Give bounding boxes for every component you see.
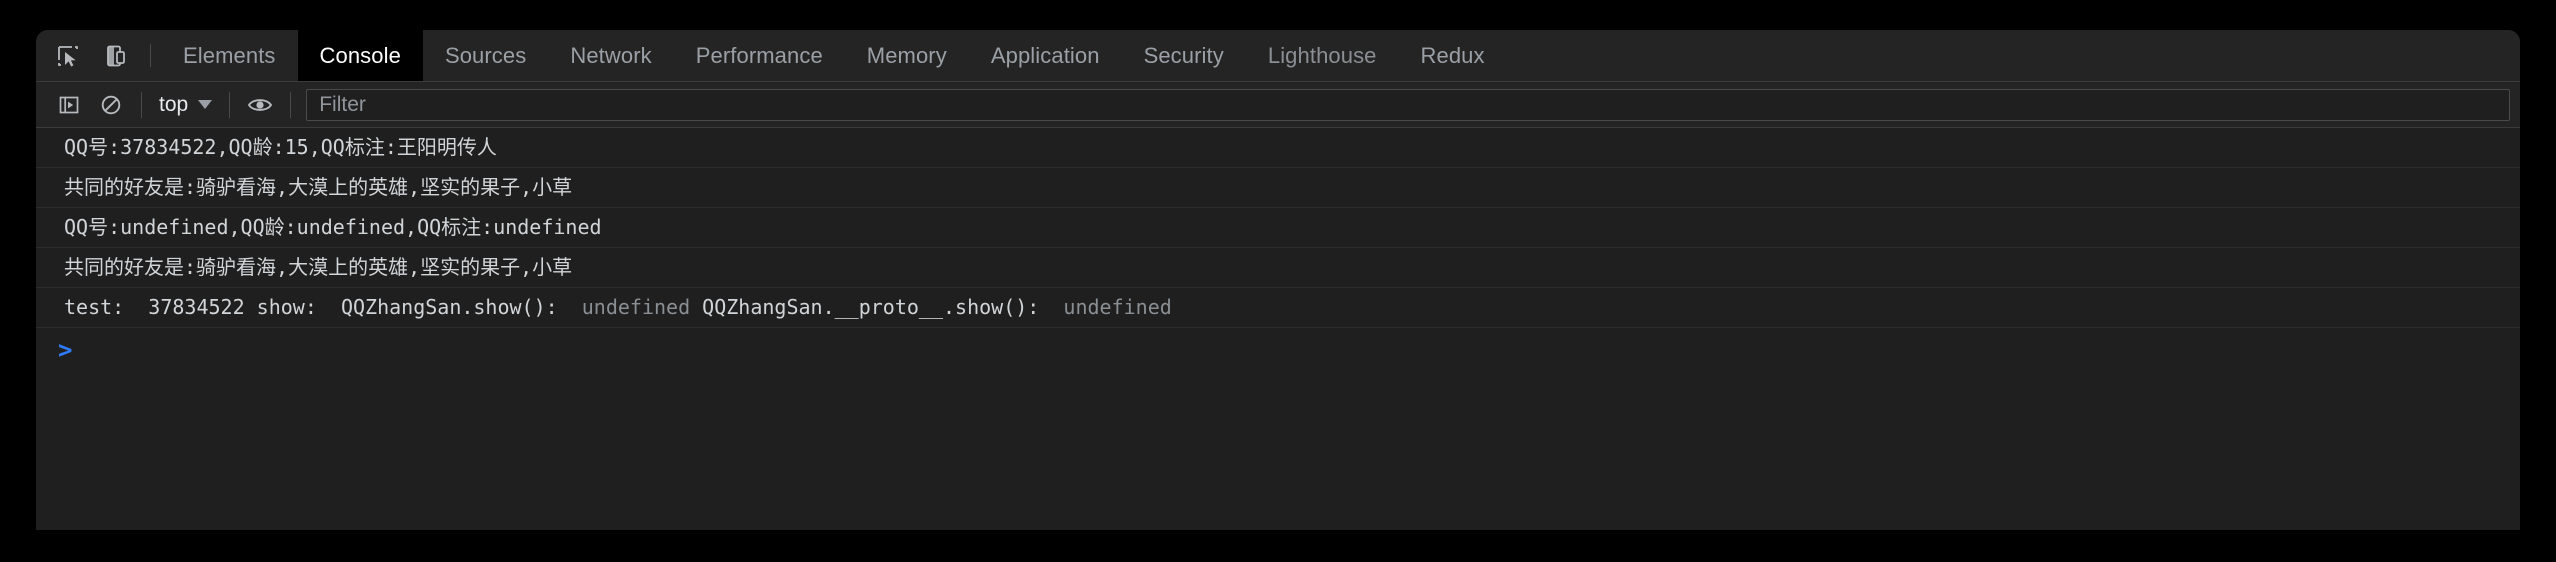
- tab-sources[interactable]: Sources: [423, 30, 548, 81]
- toolbar-divider-3: [290, 91, 292, 118]
- device-toolbar-icon[interactable]: [92, 30, 140, 81]
- console-message-text: 共同的好友是:骑驴看海,大漠上的英雄,坚实的果子,小草: [64, 175, 573, 199]
- eye-icon[interactable]: [239, 88, 281, 122]
- tab-redux[interactable]: Redux: [1399, 30, 1507, 81]
- console-toolbar: top Filter: [36, 82, 2520, 128]
- devtools-tab-strip: Elements Console Sources Network Perform…: [36, 30, 2520, 82]
- console-message-text: test: 37834522 show: QQZhangSan.show(): …: [64, 295, 1172, 320]
- console-message[interactable]: test: 37834522 show: QQZhangSan.show(): …: [36, 288, 2520, 328]
- tab-elements[interactable]: Elements: [161, 30, 298, 81]
- tab-network[interactable]: Network: [548, 30, 673, 81]
- tab-lighthouse[interactable]: Lighthouse: [1246, 30, 1399, 81]
- console-message[interactable]: 共同的好友是:骑驴看海,大漠上的英雄,坚实的果子,小草: [36, 168, 2520, 208]
- devtools-window: Elements Console Sources Network Perform…: [36, 30, 2520, 530]
- console-segment-undefined: undefined: [1063, 295, 1172, 319]
- console-filter-input[interactable]: Filter: [306, 88, 2510, 121]
- clear-console-icon[interactable]: [90, 88, 132, 122]
- tabbar-divider: [150, 44, 151, 67]
- console-message[interactable]: QQ号:37834522,QQ龄:15,QQ标注:王阳明传人: [36, 128, 2520, 168]
- toolbar-divider-2: [229, 91, 231, 118]
- inspect-element-icon[interactable]: [44, 30, 92, 81]
- console-message[interactable]: QQ号:undefined,QQ龄:undefined,QQ标注:undefin…: [36, 208, 2520, 248]
- console-segment: QQZhangSan.__proto__.show():: [690, 295, 1064, 319]
- console-segment: test: 37834522 show: QQZhangSan.show():: [64, 295, 582, 319]
- prompt-chevron-icon: >: [58, 336, 73, 364]
- tab-console[interactable]: Console: [297, 30, 423, 81]
- tab-performance[interactable]: Performance: [674, 30, 845, 81]
- console-segment-undefined: undefined: [581, 295, 691, 319]
- tab-application[interactable]: Application: [969, 30, 1122, 81]
- console-message-list[interactable]: QQ号:37834522,QQ龄:15,QQ标注:王阳明传人 共同的好友是:骑驴…: [36, 128, 2520, 530]
- console-message[interactable]: 共同的好友是:骑驴看海,大漠上的英雄,坚实的果子,小草: [36, 248, 2520, 288]
- tab-security[interactable]: Security: [1122, 30, 1246, 81]
- chevron-down-icon: [198, 100, 213, 109]
- console-message-text: QQ号:37834522,QQ龄:15,QQ标注:王阳明传人: [64, 135, 497, 159]
- console-message-text: QQ号:undefined,QQ龄:undefined,QQ标注:undefin…: [64, 215, 602, 239]
- toolbar-divider-1: [141, 91, 142, 118]
- execution-context-selector[interactable]: top: [151, 89, 220, 121]
- console-prompt-input[interactable]: [72, 328, 2520, 372]
- console-filter-placeholder: Filter: [319, 92, 366, 116]
- execution-context-label: top: [159, 92, 189, 116]
- console-message-text: 共同的好友是:骑驴看海,大漠上的英雄,坚实的果子,小草: [64, 255, 573, 279]
- console-empty-area[interactable]: [36, 372, 2520, 530]
- console-prompt[interactable]: >: [36, 328, 2520, 372]
- tab-memory[interactable]: Memory: [845, 30, 969, 81]
- console-sidebar-icon[interactable]: [48, 88, 90, 122]
